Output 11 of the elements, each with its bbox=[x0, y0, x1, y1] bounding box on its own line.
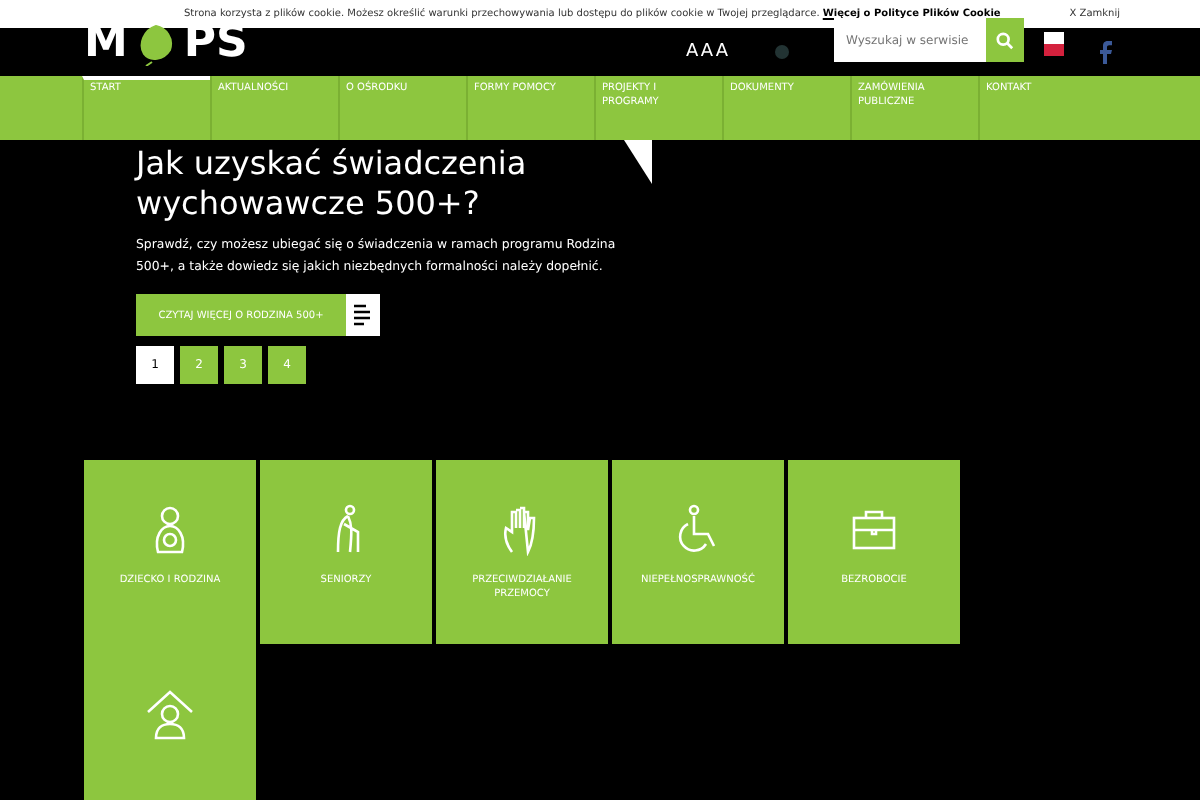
list-button[interactable] bbox=[346, 294, 380, 336]
facebook-icon[interactable] bbox=[1098, 40, 1112, 64]
flag-icon[interactable] bbox=[1044, 32, 1064, 56]
search-icon bbox=[996, 31, 1014, 49]
search-button[interactable] bbox=[986, 18, 1024, 62]
list-icon bbox=[354, 304, 372, 326]
house-person-icon bbox=[144, 688, 196, 740]
category-tile[interactable] bbox=[84, 644, 256, 800]
font-size-control[interactable]: AAA bbox=[686, 42, 730, 62]
corner-triangle-icon bbox=[624, 140, 652, 184]
slide-title: Jak uzyskać świadczenia wychowawcze 500+? bbox=[136, 142, 529, 224]
